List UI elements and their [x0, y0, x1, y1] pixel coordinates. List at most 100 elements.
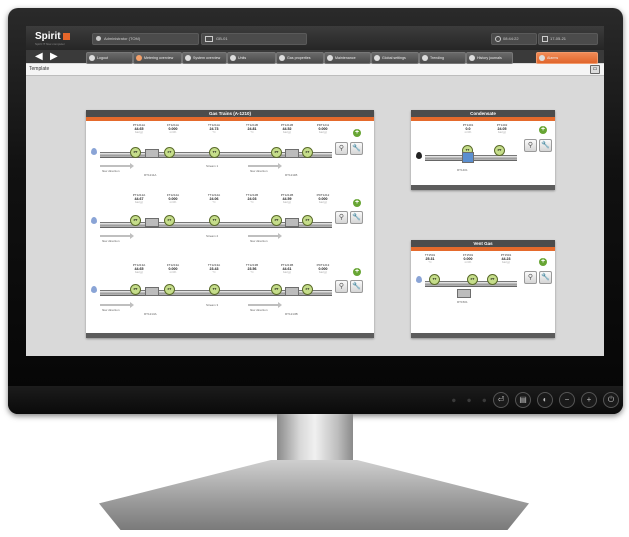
system-icon [185, 55, 191, 62]
zoom-icon[interactable]: ⚲ [335, 142, 348, 155]
monitor-plus-button[interactable]: + [581, 392, 597, 408]
station-field[interactable]: GB-01 [201, 33, 307, 45]
tab-alarms[interactable]: Alarms [536, 52, 598, 64]
add-icon[interactable]: + [539, 258, 547, 266]
wrench-icon[interactable]: 🔧 [350, 280, 363, 293]
flow-meter[interactable] [145, 218, 159, 227]
zoom-icon[interactable]: ⚲ [335, 280, 348, 293]
monitor-menu-button[interactable]: ▤ [515, 392, 531, 408]
panel-title: Gas Trains (A-1210) [86, 110, 374, 117]
flow-meter[interactable] [285, 287, 299, 296]
instrument-pt[interactable]: PT [130, 284, 141, 295]
instrument-ft[interactable]: FT [302, 147, 313, 158]
zoom-icon[interactable]: ⚲ [335, 211, 348, 224]
flow-direction-arrow [248, 233, 282, 239]
tab-logout[interactable]: Logout [86, 52, 133, 64]
calendar-icon [542, 35, 548, 42]
panel-accent-bar [86, 117, 374, 121]
run-tag: RT1211A [144, 173, 157, 177]
add-icon[interactable]: + [353, 268, 361, 276]
meter-icon [136, 55, 142, 62]
logout-icon [89, 55, 95, 62]
user-icon [96, 36, 101, 42]
flow-direction-arrow [248, 163, 282, 169]
time-value: 08:44:22 [503, 36, 519, 41]
instrument-tt[interactable]: TT [209, 215, 220, 226]
forward-arrow-icon[interactable]: ▶ [50, 52, 58, 62]
grid-icon [205, 35, 213, 42]
instrument-pt[interactable]: PT [130, 147, 141, 158]
instrument-ft[interactable]: FT [302, 284, 313, 295]
wrench-icon [327, 55, 333, 62]
station-name: GB-01 [216, 36, 228, 41]
reading-tt1211b: TT1211B 24.81 °C [245, 123, 259, 135]
flow-direction-arrow [100, 163, 134, 169]
journal-icon [469, 55, 475, 62]
instrument-tt[interactable]: TT [209, 284, 220, 295]
flow-meter[interactable] [285, 218, 299, 227]
logo-subtitle: Spirit IT flow computer [35, 42, 65, 46]
add-icon[interactable]: + [539, 126, 547, 134]
tab-global-settings[interactable]: Global settings [371, 52, 419, 64]
user-field[interactable]: Administrator (TOM) [92, 33, 199, 45]
tab-system-overview[interactable]: System overview [182, 52, 227, 64]
gear-icon [374, 55, 380, 62]
flow-meter[interactable] [457, 289, 471, 298]
monitor-input-button[interactable]: ⏎ [493, 392, 509, 408]
monitor-minus-button[interactable]: − [559, 392, 575, 408]
panel-title: Condensate [411, 110, 555, 117]
instrument-ft[interactable]: FT [467, 274, 478, 285]
instrument-ft[interactable]: FT [164, 284, 175, 295]
wrench-icon[interactable]: 🔧 [350, 142, 363, 155]
reading-pt1213b: PT1213B 44.61 bar(g) [280, 263, 294, 275]
tab-maintenance[interactable]: Maintenance [324, 52, 371, 64]
logo-mark-icon [62, 32, 70, 40]
wrench-icon[interactable]: 🔧 [539, 271, 552, 284]
instrument-ft[interactable]: FT [302, 215, 313, 226]
monitor-brightness-button[interactable]: ◐ [537, 392, 553, 408]
stream-label: Stream 1 [206, 164, 219, 168]
instrument-pt[interactable]: PT [487, 274, 498, 285]
tab-units[interactable]: Units [227, 52, 276, 64]
instrument-pt[interactable]: PT [271, 284, 282, 295]
date-value: 17-05-21 [550, 36, 567, 41]
instrument-tt[interactable]: TT [429, 274, 440, 285]
run-tag: RT1211B [285, 173, 298, 177]
alarm-icon [539, 55, 545, 62]
instrument-pt[interactable]: PT [271, 147, 282, 158]
back-arrow-icon[interactable]: ◀ [35, 52, 43, 62]
flow-meter[interactable] [285, 149, 299, 158]
reading-ft1212a: FT1212A 0.000 m3/h [166, 193, 180, 205]
trend-icon [422, 55, 428, 62]
instrument-ft[interactable]: FT [164, 215, 175, 226]
add-icon[interactable]: + [353, 129, 361, 137]
flow-meter[interactable] [145, 287, 159, 296]
tab-metering-overview[interactable]: Metering overview [133, 52, 182, 64]
control-valve-icon[interactable] [462, 152, 474, 163]
flow-direction-arrow [100, 233, 134, 239]
tab-history-journals[interactable]: History journals [466, 52, 513, 64]
instrument-ft[interactable]: FT [164, 147, 175, 158]
flow-direction-label: flow direction [250, 169, 268, 173]
instrument-pt[interactable]: PT [130, 215, 141, 226]
reading-pt1211a: PT1211A 44.65 bar(g) [132, 123, 146, 135]
gas-drop-icon [91, 217, 97, 224]
instrument-pt[interactable]: PT [271, 215, 282, 226]
tab-trending[interactable]: Trending [419, 52, 466, 64]
zoom-icon[interactable]: ⚲ [524, 139, 537, 152]
wrench-icon[interactable]: 🔧 [539, 139, 552, 152]
reading-pdt1212: PDT1212 0.000 bar(g) [316, 193, 330, 205]
zoom-icon[interactable]: ⚲ [524, 271, 537, 284]
wrench-icon[interactable]: 🔧 [350, 211, 363, 224]
instrument-tt[interactable]: TT [209, 147, 220, 158]
add-icon[interactable]: + [353, 199, 361, 207]
tab-gas-properties[interactable]: Gas properties [276, 52, 324, 64]
instrument-pt[interactable]: PT [494, 145, 505, 156]
panel-footer [411, 333, 555, 338]
reading-tt1212a: TT1212A 24.06 °C [207, 193, 221, 205]
reading-tt1212b: TT1212B 24.03 °C [245, 193, 259, 205]
panel-accent-bar [411, 117, 555, 121]
flow-meter[interactable] [145, 149, 159, 158]
monitor-power-button[interactable]: ⏻ [603, 392, 619, 408]
fullscreen-icon[interactable]: ▭ [590, 65, 600, 74]
